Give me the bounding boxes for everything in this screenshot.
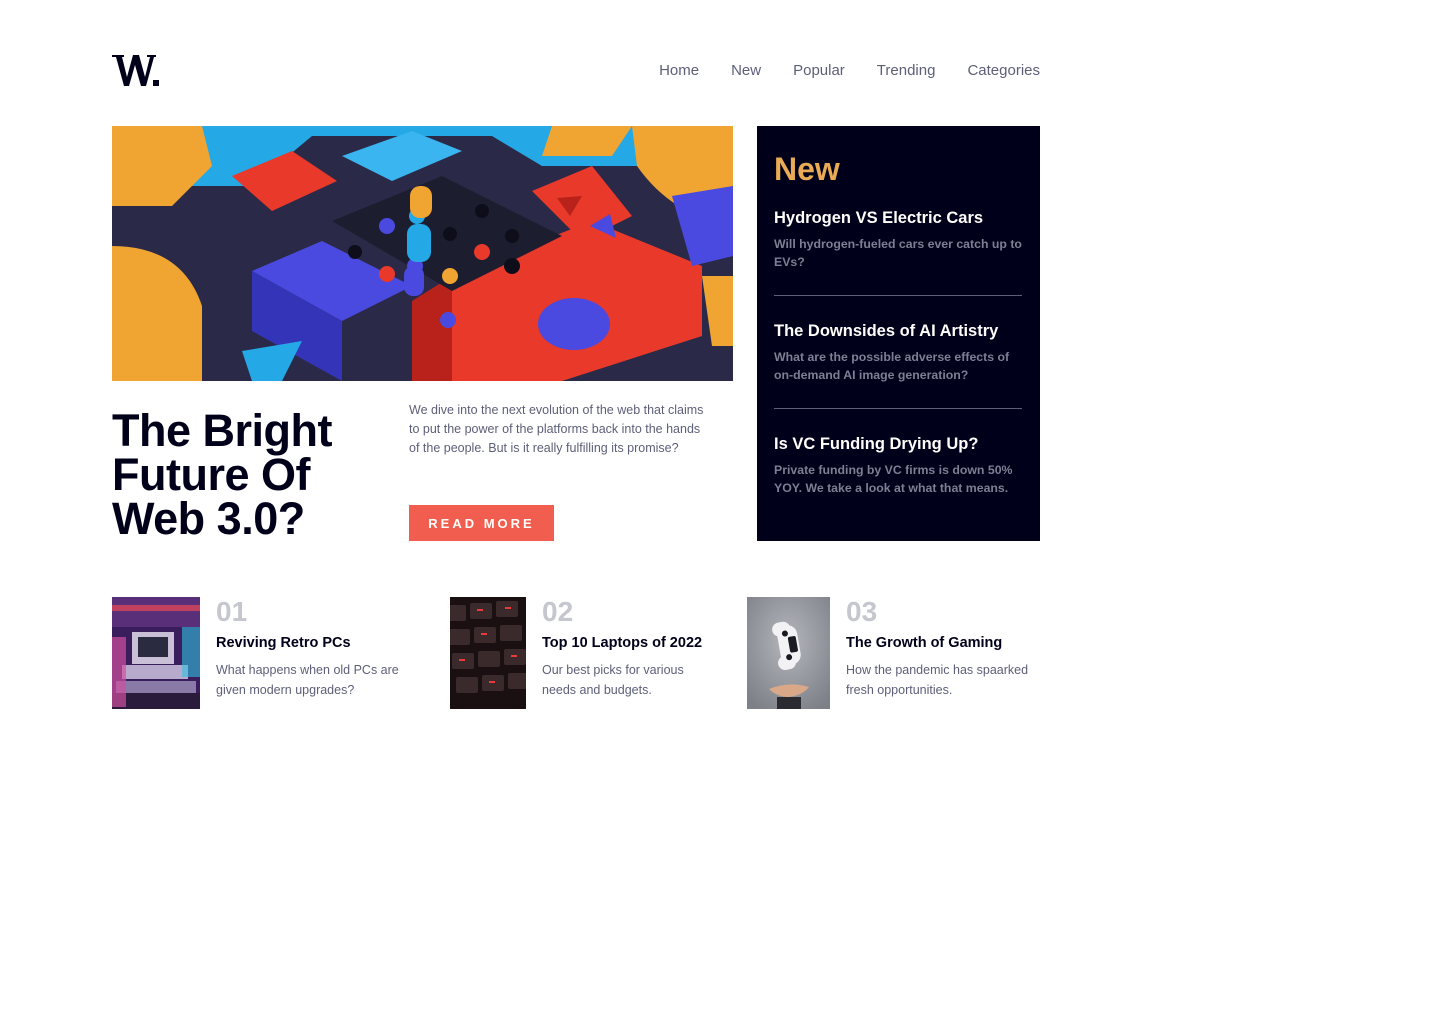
new-article-title[interactable]: Is VC Funding Drying Up? — [774, 433, 1022, 455]
new-panel-heading: New — [774, 151, 840, 187]
article-number: 03 — [846, 596, 878, 627]
new-article-summary: Private funding by VC firms is down 50% … — [774, 463, 1013, 495]
nav-link-home[interactable]: Home — [659, 62, 699, 80]
article-title[interactable]: Top 10 Laptops of 2022 — [542, 634, 720, 652]
article-summary: Our best picks for various needs and bud… — [542, 663, 684, 697]
article-card[interactable]: 03 The Growth of Gaming How the pandemic… — [747, 597, 1040, 709]
article-card-body: 03 The Growth of Gaming How the pandemic… — [830, 597, 1040, 709]
retro-pc-thumbnail[interactable] — [112, 597, 200, 709]
article-title[interactable]: The Growth of Gaming — [846, 634, 1040, 652]
article-summary: How the pandemic has spaarked fresh oppo… — [846, 663, 1029, 697]
article-card-body: 02 Top 10 Laptops of 2022 Our best picks… — [526, 597, 720, 709]
new-article-item[interactable]: Hydrogen VS Electric Cars Will hydrogen-… — [774, 207, 1022, 296]
article-card-body: 01 Reviving Retro PCs What happens when … — [200, 597, 412, 709]
article-summary: What happens when old PCs are given mode… — [216, 663, 399, 697]
new-article-title[interactable]: Hydrogen VS Electric Cars — [774, 207, 1022, 229]
article-number: 02 — [542, 596, 574, 627]
nav-link-new[interactable]: New — [731, 62, 761, 80]
hero-description: We dive into the next evolution of the w… — [409, 403, 704, 455]
nav-link-categories[interactable]: Categories — [967, 62, 1040, 80]
brand-logo[interactable]: W. — [112, 55, 160, 86]
main-nav: Home New Popular Trending Categories — [659, 62, 1040, 80]
article-card[interactable]: 02 Top 10 Laptops of 2022 Our best picks… — [450, 597, 720, 709]
new-article-item[interactable]: Is VC Funding Drying Up? Private funding… — [774, 433, 1022, 521]
article-card[interactable]: 01 Reviving Retro PCs What happens when … — [112, 597, 412, 709]
laptop-keyboard-thumbnail[interactable] — [450, 597, 526, 709]
hero-image — [112, 126, 733, 381]
new-articles-panel: New Hydrogen VS Electric Cars Will hydro… — [757, 126, 1040, 541]
gaming-controller-thumbnail[interactable] — [747, 597, 830, 709]
article-number: 01 — [216, 596, 248, 627]
new-article-summary: Will hydrogen-fueled cars ever catch up … — [774, 237, 1022, 269]
new-article-item[interactable]: The Downsides of AI Artistry What are th… — [774, 320, 1022, 409]
new-article-summary: What are the possible adverse effects of… — [774, 350, 1010, 382]
nav-link-popular[interactable]: Popular — [793, 62, 845, 80]
new-article-title[interactable]: The Downsides of AI Artistry — [774, 320, 1022, 342]
hero-title: The Bright Future Of Web 3.0? — [112, 405, 332, 544]
nav-link-trending[interactable]: Trending — [877, 62, 936, 80]
read-more-button[interactable]: READ MORE — [409, 505, 554, 541]
article-title[interactable]: Reviving Retro PCs — [216, 634, 412, 652]
